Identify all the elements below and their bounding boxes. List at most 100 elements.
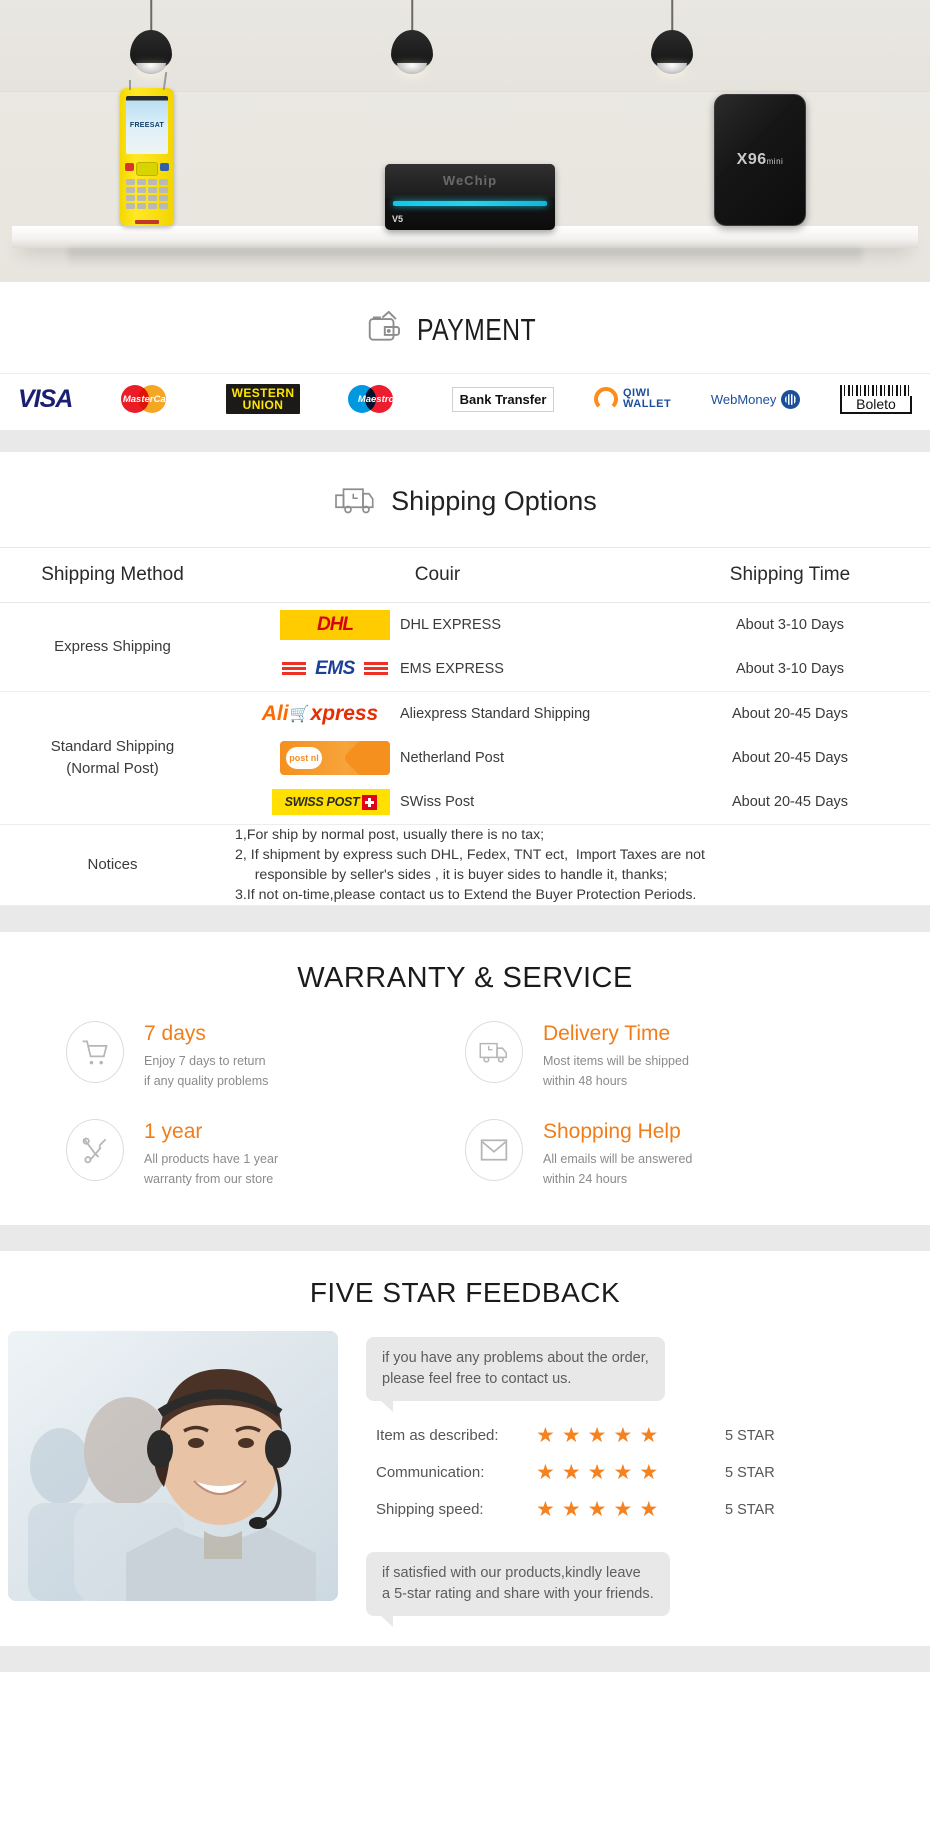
header-shipping-time: Shipping Time (650, 547, 930, 603)
satfinder-brand-label: FREESAT (129, 122, 165, 129)
warranty-sub-line1: Enjoy 7 days to return (144, 1054, 266, 1068)
courier-row-swisspost: SWISS POST SWiss Post (225, 780, 650, 824)
warranty-sub-line2: warranty from our store (144, 1172, 274, 1186)
notice-item: 3.If not on-time,please contact us to Ex… (235, 887, 697, 903)
payment-method-bank-transfer: Bank Transfer (451, 384, 555, 414)
section-divider (0, 430, 930, 452)
feedback-right: if you have any problems about the order… (366, 1331, 922, 1627)
table-row-notices: Notices 1,For ship by normal post, usual… (0, 824, 930, 906)
warranty-sub-line2: within 24 hours (543, 1172, 628, 1186)
shipping-section: Shipping Options Shipping Method Couir S… (0, 452, 930, 906)
aliexpress-logo-icon: Ali 🛒 xpress (261, 702, 379, 725)
rating-value: 5 STAR (725, 1464, 775, 1481)
payment-method-boleto: Boleto (839, 384, 912, 414)
rating-value: 5 STAR (725, 1501, 775, 1518)
cell-times-standard: About 20-45 Days About 20-45 Days About … (650, 691, 930, 825)
shipping-header: Shipping Options (0, 452, 930, 547)
notices-label: Notices (0, 824, 225, 906)
warranty-sub: All products have 1 year warranty from o… (144, 1149, 278, 1189)
shopping-cart-icon (66, 1021, 124, 1083)
feedback-section: FIVE STAR FEEDBACK if you have any probl… (0, 1251, 930, 1646)
postnl-logo-icon: post nl (280, 741, 390, 775)
rating-rows: Item as described: ★ ★ ★ ★ ★ 5 STAR Communic… (366, 1401, 922, 1546)
shipping-table: Shipping Method Couir Shipping Time Expr… (0, 547, 930, 906)
shipping-time: About 20-45 Days (731, 706, 849, 722)
swisspost-logo-icon: SWISS POST (272, 789, 390, 815)
bubble-top-line2: please feel free to contact us. (382, 1371, 572, 1387)
payment-method-maestro: Maestro (340, 384, 412, 414)
warranty-item-shopping-help: Shopping Help All emails will be answere… (465, 1119, 864, 1189)
warranty-heading: 7 days (144, 1022, 206, 1045)
notices-list: 1,For ship by normal post, usually there… (225, 825, 930, 905)
cell-method-express: Express Shipping (0, 602, 225, 692)
tv-box-brand-label: WeChip (442, 173, 498, 188)
header-courier: Couir (225, 547, 650, 603)
warranty-item-delivery: Delivery Time Most items will be shipped… (465, 1021, 864, 1091)
payment-method-mastercard: MasterCard (112, 384, 186, 414)
wallet-icon (365, 308, 403, 351)
payment-method-visa: VISA (18, 384, 73, 413)
hero-banner: FREESAT WeChip V5 X96mini (0, 0, 930, 282)
courier-row-aliexpress: Ali 🛒 xpress Aliexpress Standard Shipping (225, 692, 650, 736)
warranty-item-returns: 7 days Enjoy 7 days to return if any qua… (66, 1021, 465, 1091)
rating-value: 5 STAR (725, 1427, 775, 1444)
courier-name: SWiss Post (400, 794, 475, 810)
payment-method-western-union: WESTERN UNION (225, 384, 301, 414)
courier-name: Netherland Post (400, 750, 504, 766)
cell-couriers-express: DHL DHL EXPRESS EMS EMS EXPRESS (225, 602, 650, 692)
warranty-sub-line2: within 48 hours (543, 1074, 628, 1088)
cell-method-standard: Standard Shipping (Normal Post) (0, 691, 225, 825)
method-line-1: Standard Shipping (50, 738, 175, 755)
warranty-grid: 7 days Enjoy 7 days to return if any qua… (0, 1021, 930, 1225)
ems-logo-icon: EMS (280, 654, 390, 684)
table-row: Express Shipping DHL DHL EXPRESS EMS EMS… (0, 602, 930, 692)
warranty-sub-line2: if any quality problems (144, 1074, 269, 1088)
header-shipping-method: Shipping Method (0, 547, 225, 603)
notice-item: responsible by seller's sides , it is bu… (235, 867, 668, 883)
section-divider-bottom (0, 1646, 930, 1672)
warranty-sub-line1: All emails will be answered (543, 1152, 693, 1166)
product-description-page: FREESAT WeChip V5 X96mini PAYMENT VISA M… (0, 0, 930, 1672)
warranty-sub: Most items will be shipped within 48 hou… (543, 1051, 689, 1091)
courier-name: DHL EXPRESS (400, 617, 501, 633)
bubble-bottom-line2: a 5-star rating and share with your frie… (382, 1586, 654, 1602)
cell-times-express: About 3-10 Days About 3-10 Days (650, 602, 930, 692)
feedback-bubble-top: if you have any problems about the order… (366, 1337, 665, 1412)
rating-row-item-as-described: Item as described: ★ ★ ★ ★ ★ 5 STAR (376, 1425, 912, 1446)
warranty-title: WARRANTY & SERVICE (297, 962, 633, 994)
notices-cell: 1,For ship by normal post, usually there… (225, 824, 930, 906)
shipping-time: About 20-45 Days (731, 750, 849, 766)
dhl-logo-icon: DHL (280, 610, 390, 640)
payment-method-qiwi-wallet: QIWI WALLET (594, 384, 671, 414)
tools-icon (66, 1119, 124, 1181)
feedback-title: FIVE STAR FEEDBACK (309, 1277, 621, 1308)
payment-title: PAYMENT (416, 311, 536, 347)
bubble-bottom-line1: if satisfied with our products,kindly le… (382, 1565, 641, 1581)
notice-item: 1,For ship by normal post, usually there… (235, 827, 545, 843)
warranty-heading: 1 year (144, 1120, 203, 1143)
shipping-time: About 3-10 Days (735, 661, 844, 677)
shipping-title: Shipping Options (391, 486, 597, 516)
android-box-label: X96mini (736, 151, 784, 168)
product-satfinder: FREESAT (120, 71, 174, 226)
courier-row-ems: EMS EMS EXPRESS (225, 647, 650, 691)
product-android-box: X96mini (714, 94, 806, 226)
payment-header: PAYMENT (0, 282, 930, 373)
courier-row-postnl: post nl Netherland Post (225, 736, 650, 780)
rating-label: Item as described: (376, 1427, 499, 1444)
delivery-truck-icon (465, 1021, 523, 1083)
rating-label: Shipping speed: (376, 1501, 484, 1518)
feedback-body: if you have any problems about the order… (0, 1331, 930, 1646)
customer-service-photo (8, 1331, 338, 1601)
rating-row-shipping-speed: Shipping speed: ★ ★ ★ ★ ★ 5 STAR (376, 1499, 912, 1520)
rating-row-communication: Communication: ★ ★ ★ ★ ★ 5 STAR (376, 1462, 912, 1483)
notice-item: 2, If shipment by express such DHL, Fede… (235, 847, 705, 863)
bubble-top-line1: if you have any problems about the order… (382, 1350, 649, 1366)
section-divider (0, 906, 930, 932)
section-divider (0, 1225, 930, 1251)
feedback-bubble-bottom: if satisfied with our products,kindly le… (366, 1552, 670, 1627)
star-rating-icon: ★ ★ ★ ★ ★ (536, 1424, 659, 1447)
rating-label: Communication: (376, 1464, 485, 1481)
warranty-sub: All emails will be answered within 24 ho… (543, 1149, 692, 1189)
payment-methods-row: VISA MasterCard WESTERN UNION Maestro Ban… (0, 373, 930, 430)
